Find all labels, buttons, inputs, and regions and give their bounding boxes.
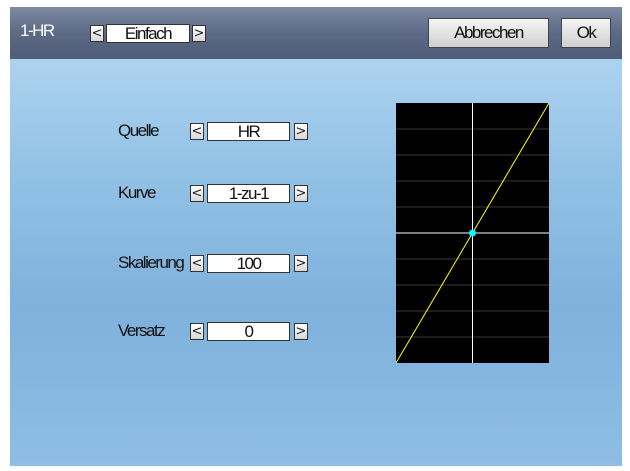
- scale-prev-arrow[interactable]: <: [190, 255, 204, 272]
- cancel-button[interactable]: Abbrechen: [428, 18, 549, 48]
- source-label: Quelle: [118, 121, 160, 140]
- mode-prev-arrow[interactable]: <: [90, 25, 104, 42]
- mode-selector[interactable]: Einfach: [106, 24, 190, 43]
- ok-button[interactable]: Ok: [561, 18, 611, 48]
- scale-next-arrow[interactable]: >: [294, 255, 308, 272]
- offset-prev-arrow[interactable]: <: [190, 323, 204, 340]
- curve-prev-arrow[interactable]: <: [190, 185, 204, 202]
- source-value[interactable]: HR: [207, 122, 290, 141]
- curve-preview-svg: [396, 103, 549, 363]
- scale-value[interactable]: 100: [207, 254, 290, 273]
- mode-next-arrow[interactable]: >: [192, 25, 206, 42]
- curve-preview-graph: [396, 103, 549, 363]
- scale-label: Skalierung: [118, 253, 185, 272]
- dialog-screen: 1-HR < Einfach > Abbrechen Ok Quelle < H…: [10, 7, 622, 466]
- current-point-marker: [469, 229, 476, 237]
- curve-label: Kurve: [118, 183, 156, 202]
- title-bar: 1-HR < Einfach > Abbrechen Ok: [10, 7, 622, 59]
- source-prev-arrow[interactable]: <: [190, 123, 204, 140]
- page-title: 1-HR: [20, 21, 55, 40]
- curve-next-arrow[interactable]: >: [294, 185, 308, 202]
- curve-value[interactable]: 1-zu-1: [207, 184, 290, 203]
- offset-value[interactable]: 0: [207, 322, 290, 341]
- offset-label: Versatz: [118, 321, 166, 340]
- offset-next-arrow[interactable]: >: [294, 323, 308, 340]
- source-next-arrow[interactable]: >: [294, 123, 308, 140]
